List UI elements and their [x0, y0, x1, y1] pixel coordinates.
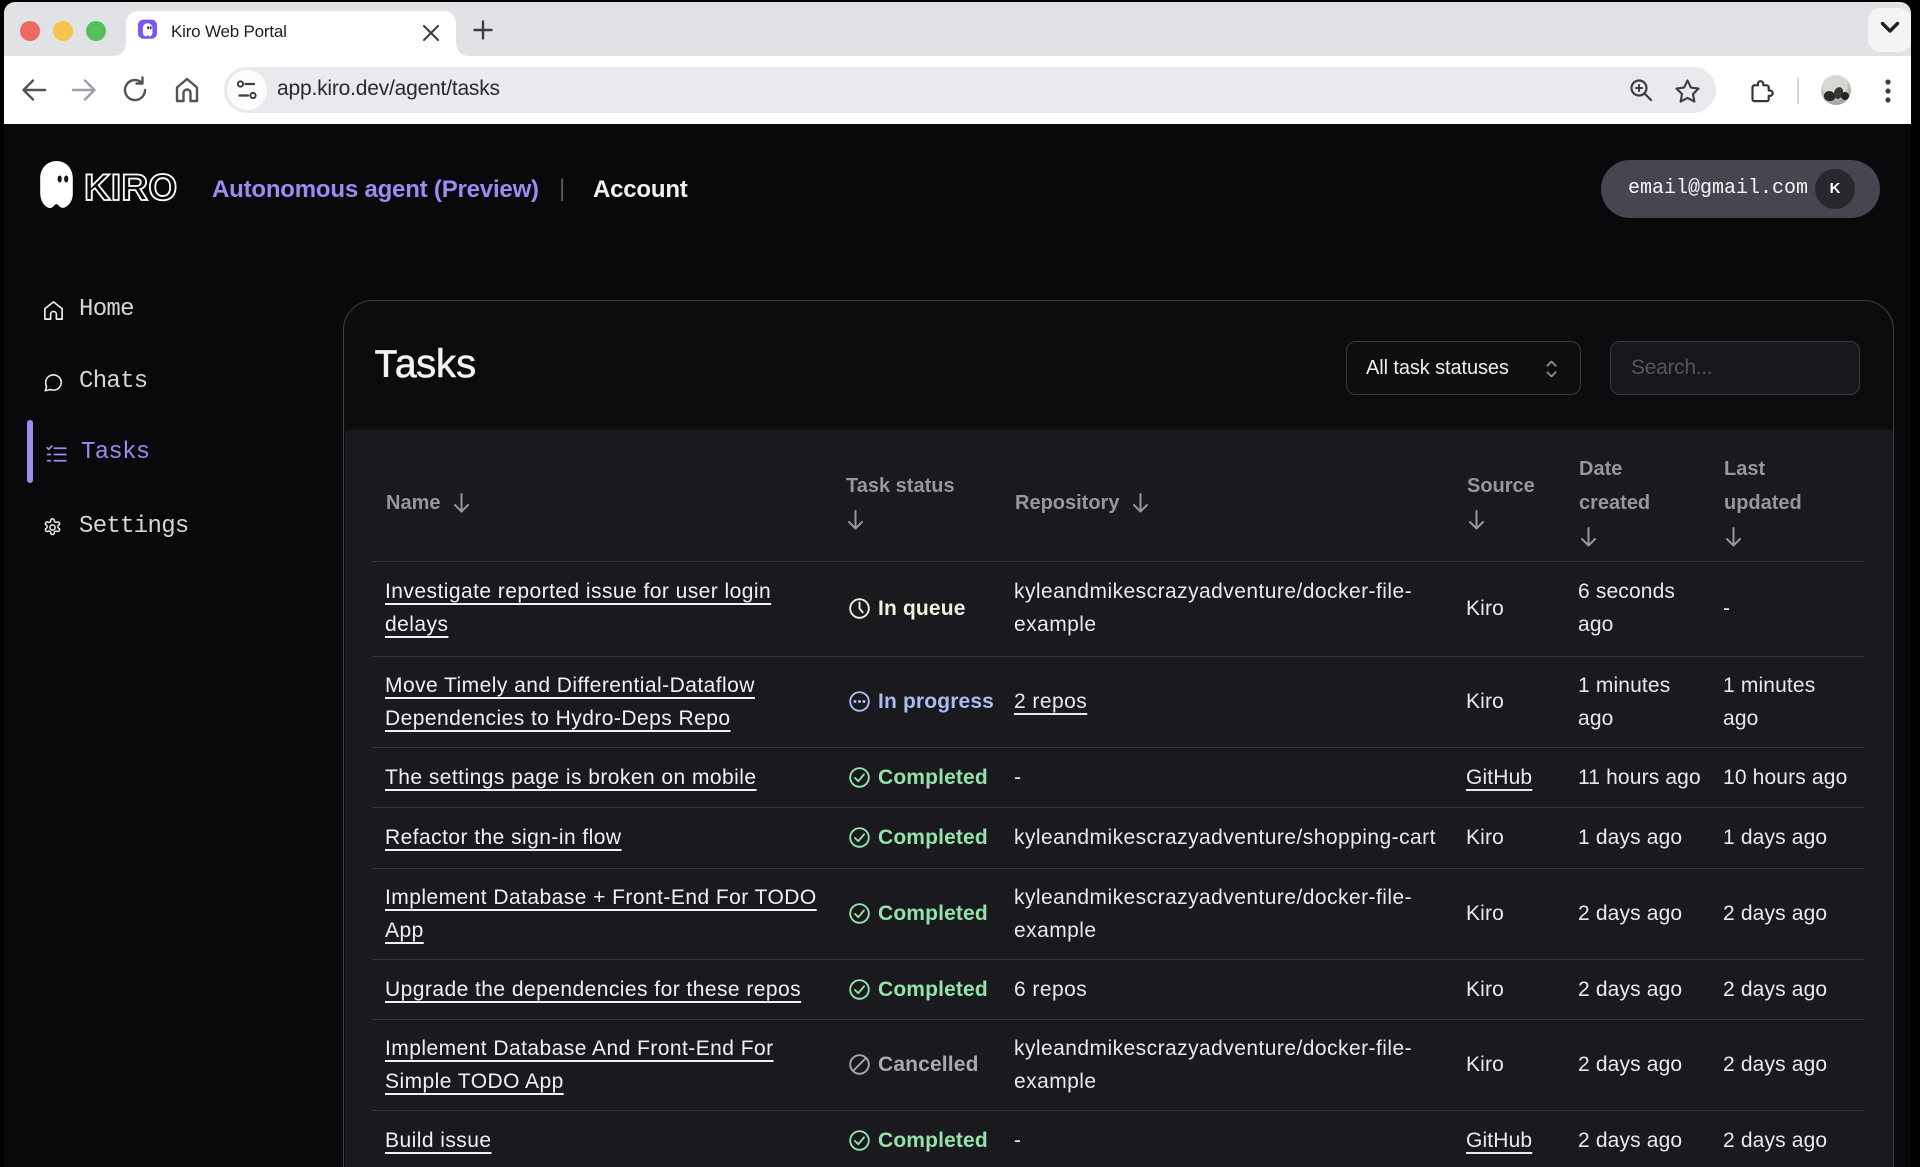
- svg-text:KIRO: KIRO: [84, 170, 177, 206]
